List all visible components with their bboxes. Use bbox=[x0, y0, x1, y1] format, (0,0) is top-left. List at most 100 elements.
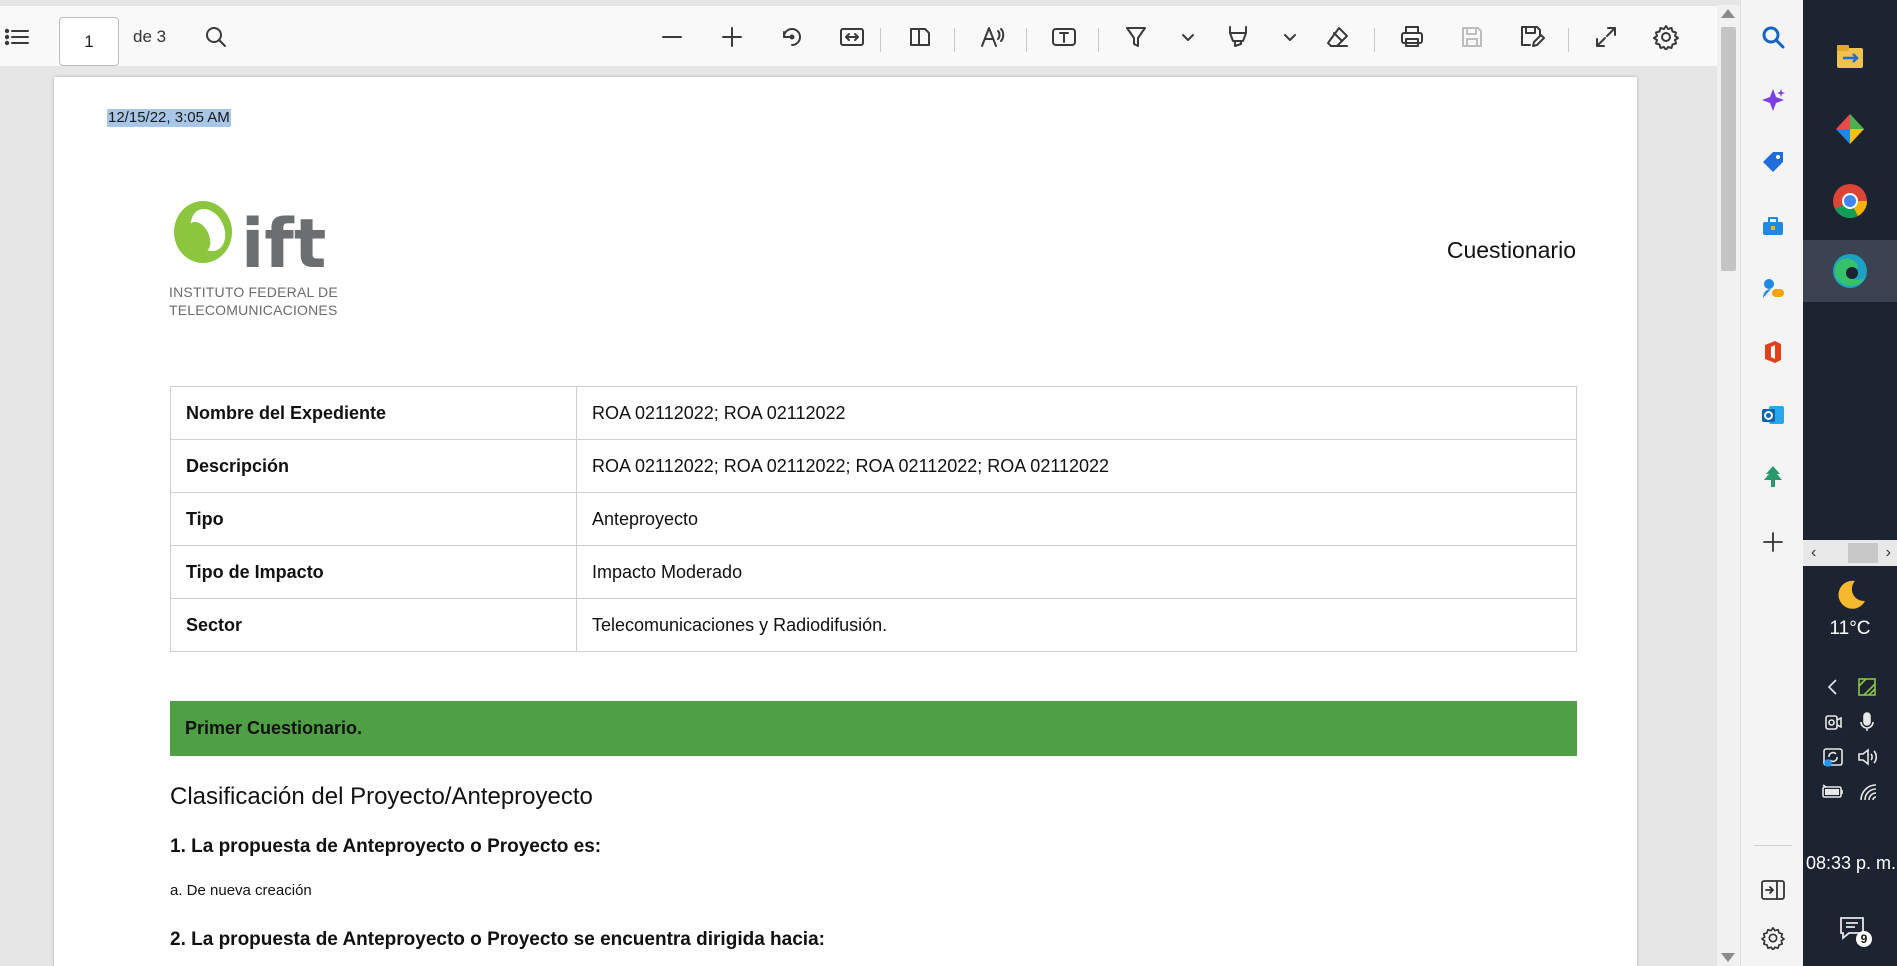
notifications-icon[interactable]: 9 bbox=[1838, 915, 1872, 947]
table-value: ROA 02112022; ROA 02112022 bbox=[576, 386, 1577, 440]
rotate-icon[interactable] bbox=[772, 6, 812, 67]
print-icon[interactable] bbox=[1392, 6, 1432, 67]
section-bar: Primer Cuestionario. bbox=[170, 701, 1577, 756]
toolbar-divider bbox=[1026, 28, 1027, 52]
document-page: 12/15/22, 3:05 AM ift INSTITUTO FEDERAL … bbox=[54, 77, 1637, 966]
table-row: Tipo de Impacto Impacto Moderado bbox=[170, 545, 1577, 599]
document-viewer[interactable]: 12/15/22, 3:05 AM ift INSTITUTO FEDERAL … bbox=[0, 66, 1717, 966]
copilot-icon[interactable] bbox=[1741, 78, 1804, 122]
contents-icon[interactable] bbox=[0, 6, 34, 67]
document-title: Cuestionario bbox=[1446, 237, 1576, 263]
table-value: ROA 02112022; ROA 02112022; ROA 02112022… bbox=[576, 439, 1577, 493]
highlight-icon[interactable] bbox=[1218, 6, 1258, 67]
scroll-down-arrow[interactable] bbox=[1721, 953, 1735, 962]
table-key: Tipo de Impacto bbox=[170, 545, 577, 599]
table-key: Nombre del Expediente bbox=[170, 386, 577, 440]
sync-icon[interactable] bbox=[1822, 746, 1844, 768]
camera-icon[interactable] bbox=[1822, 711, 1844, 733]
tray-row-4 bbox=[1803, 781, 1897, 803]
save-as-icon[interactable] bbox=[1512, 6, 1552, 67]
fit-width-icon[interactable] bbox=[832, 6, 872, 67]
draw-icon[interactable] bbox=[1116, 6, 1156, 67]
table-row: Sector Telecomunicaciones y Radiodifusión… bbox=[170, 598, 1577, 652]
text-box-icon[interactable] bbox=[1044, 6, 1084, 67]
table-value: Impacto Moderado bbox=[576, 545, 1577, 599]
logo-subtitle-line1: INSTITUTO FEDERAL DE bbox=[169, 284, 338, 300]
chrome-icon[interactable] bbox=[1803, 170, 1897, 232]
settings-icon[interactable] bbox=[1741, 916, 1804, 960]
toolbar-divider bbox=[954, 28, 955, 52]
toolbar-divider bbox=[880, 28, 881, 52]
sidebar-divider bbox=[1754, 845, 1792, 846]
timestamp-selected-text: 12/15/22, 3:05 AM bbox=[107, 109, 231, 127]
scrollbar-thumb[interactable] bbox=[1721, 27, 1736, 271]
zoom-in-icon[interactable] bbox=[712, 6, 752, 67]
draw-options-chevron-down-icon[interactable] bbox=[1176, 6, 1200, 67]
fullscreen-icon[interactable] bbox=[1586, 6, 1626, 67]
toolbar-divider bbox=[1374, 28, 1375, 52]
table-key: Descripción bbox=[170, 439, 577, 493]
toolbar-divider bbox=[1098, 28, 1099, 52]
edge-icon[interactable] bbox=[1803, 240, 1897, 302]
app-tray-icon[interactable] bbox=[1856, 676, 1878, 698]
office-icon[interactable] bbox=[1741, 330, 1804, 374]
tray-row-1 bbox=[1803, 676, 1897, 698]
highlight-options-chevron-down-icon[interactable] bbox=[1278, 6, 1302, 67]
games-icon[interactable] bbox=[1741, 267, 1804, 311]
logo-subtitle: INSTITUTO FEDERAL DE TELECOMUNICACIONES bbox=[169, 283, 369, 319]
taskbar-scroller[interactable]: ‹ › bbox=[1803, 540, 1897, 566]
show-hidden-icons-chevron-icon[interactable] bbox=[1822, 676, 1844, 698]
section-heading: Clasificación del Proyecto/Anteproyecto bbox=[170, 783, 593, 810]
tray-row-2 bbox=[1803, 711, 1897, 733]
battery-icon[interactable] bbox=[1821, 781, 1845, 803]
table-key: Tipo bbox=[170, 492, 577, 546]
table-row: Nombre del Expediente ROA 02112022; ROA 0… bbox=[170, 386, 1577, 440]
search-icon[interactable] bbox=[1741, 15, 1804, 59]
read-aloud-icon[interactable] bbox=[972, 6, 1012, 67]
answer-1: a. De nueva creación bbox=[170, 882, 312, 899]
erase-icon[interactable] bbox=[1318, 6, 1358, 67]
table-row: Descripción ROA 02112022; ROA 02112022; R… bbox=[170, 439, 1577, 493]
tools-icon[interactable] bbox=[1741, 205, 1804, 249]
tray-row-3 bbox=[1803, 746, 1897, 768]
settings-icon[interactable] bbox=[1646, 6, 1686, 67]
table-row: Tipo Anteproyecto bbox=[170, 492, 1577, 546]
vertical-scrollbar[interactable] bbox=[1717, 5, 1740, 966]
scroller-thumb[interactable] bbox=[1848, 543, 1878, 563]
section-bar-label: Primer Cuestionario. bbox=[185, 718, 363, 738]
search-icon[interactable] bbox=[196, 6, 236, 67]
pdf-toolbar: 1 de 3 bbox=[0, 5, 1740, 68]
toolbar-divider bbox=[1568, 28, 1569, 52]
file-explorer-icon[interactable] bbox=[1803, 26, 1897, 88]
save-icon[interactable] bbox=[1452, 6, 1492, 67]
tree-icon[interactable] bbox=[1741, 455, 1804, 499]
shopping-icon[interactable] bbox=[1741, 140, 1804, 184]
table-key: Sector bbox=[170, 598, 577, 652]
page-view-icon[interactable] bbox=[900, 6, 940, 67]
paint-icon[interactable] bbox=[1803, 98, 1897, 160]
edge-sidebar bbox=[1740, 0, 1804, 966]
hide-sidebar-icon[interactable] bbox=[1741, 868, 1804, 912]
temperature: 11°C bbox=[1829, 618, 1871, 639]
question-2: 2. La propuesta de Anteproyecto o Proyec… bbox=[170, 929, 825, 950]
page-count-label: de 3 bbox=[133, 27, 167, 46]
weather-widget[interactable]: 11°C bbox=[1803, 575, 1897, 639]
page-number-input[interactable]: 1 bbox=[59, 17, 119, 66]
windows-taskbar bbox=[1803, 0, 1897, 966]
notification-count-badge: 9 bbox=[1856, 931, 1872, 947]
table-value: Anteproyecto bbox=[576, 492, 1577, 546]
logo-subtitle-line2: TELECOMUNICACIONES bbox=[169, 302, 338, 318]
outlook-icon[interactable] bbox=[1741, 393, 1804, 437]
volume-icon[interactable] bbox=[1856, 746, 1878, 768]
table-value: Telecomunicaciones y Radiodifusión. bbox=[576, 598, 1577, 652]
scroll-left-arrow[interactable]: ‹ bbox=[1811, 545, 1816, 561]
microphone-icon[interactable] bbox=[1856, 711, 1878, 733]
scroll-right-arrow[interactable]: › bbox=[1886, 545, 1891, 561]
add-icon[interactable] bbox=[1741, 520, 1804, 564]
question-1: 1. La propuesta de Anteproyecto o Proyec… bbox=[170, 836, 602, 857]
zoom-out-icon[interactable] bbox=[652, 6, 692, 67]
clock[interactable]: 08:33 p. m. bbox=[1806, 853, 1896, 874]
scroll-up-arrow[interactable] bbox=[1721, 9, 1735, 18]
logo-wordmark: ift bbox=[241, 205, 326, 284]
wifi-icon[interactable] bbox=[1857, 781, 1879, 803]
